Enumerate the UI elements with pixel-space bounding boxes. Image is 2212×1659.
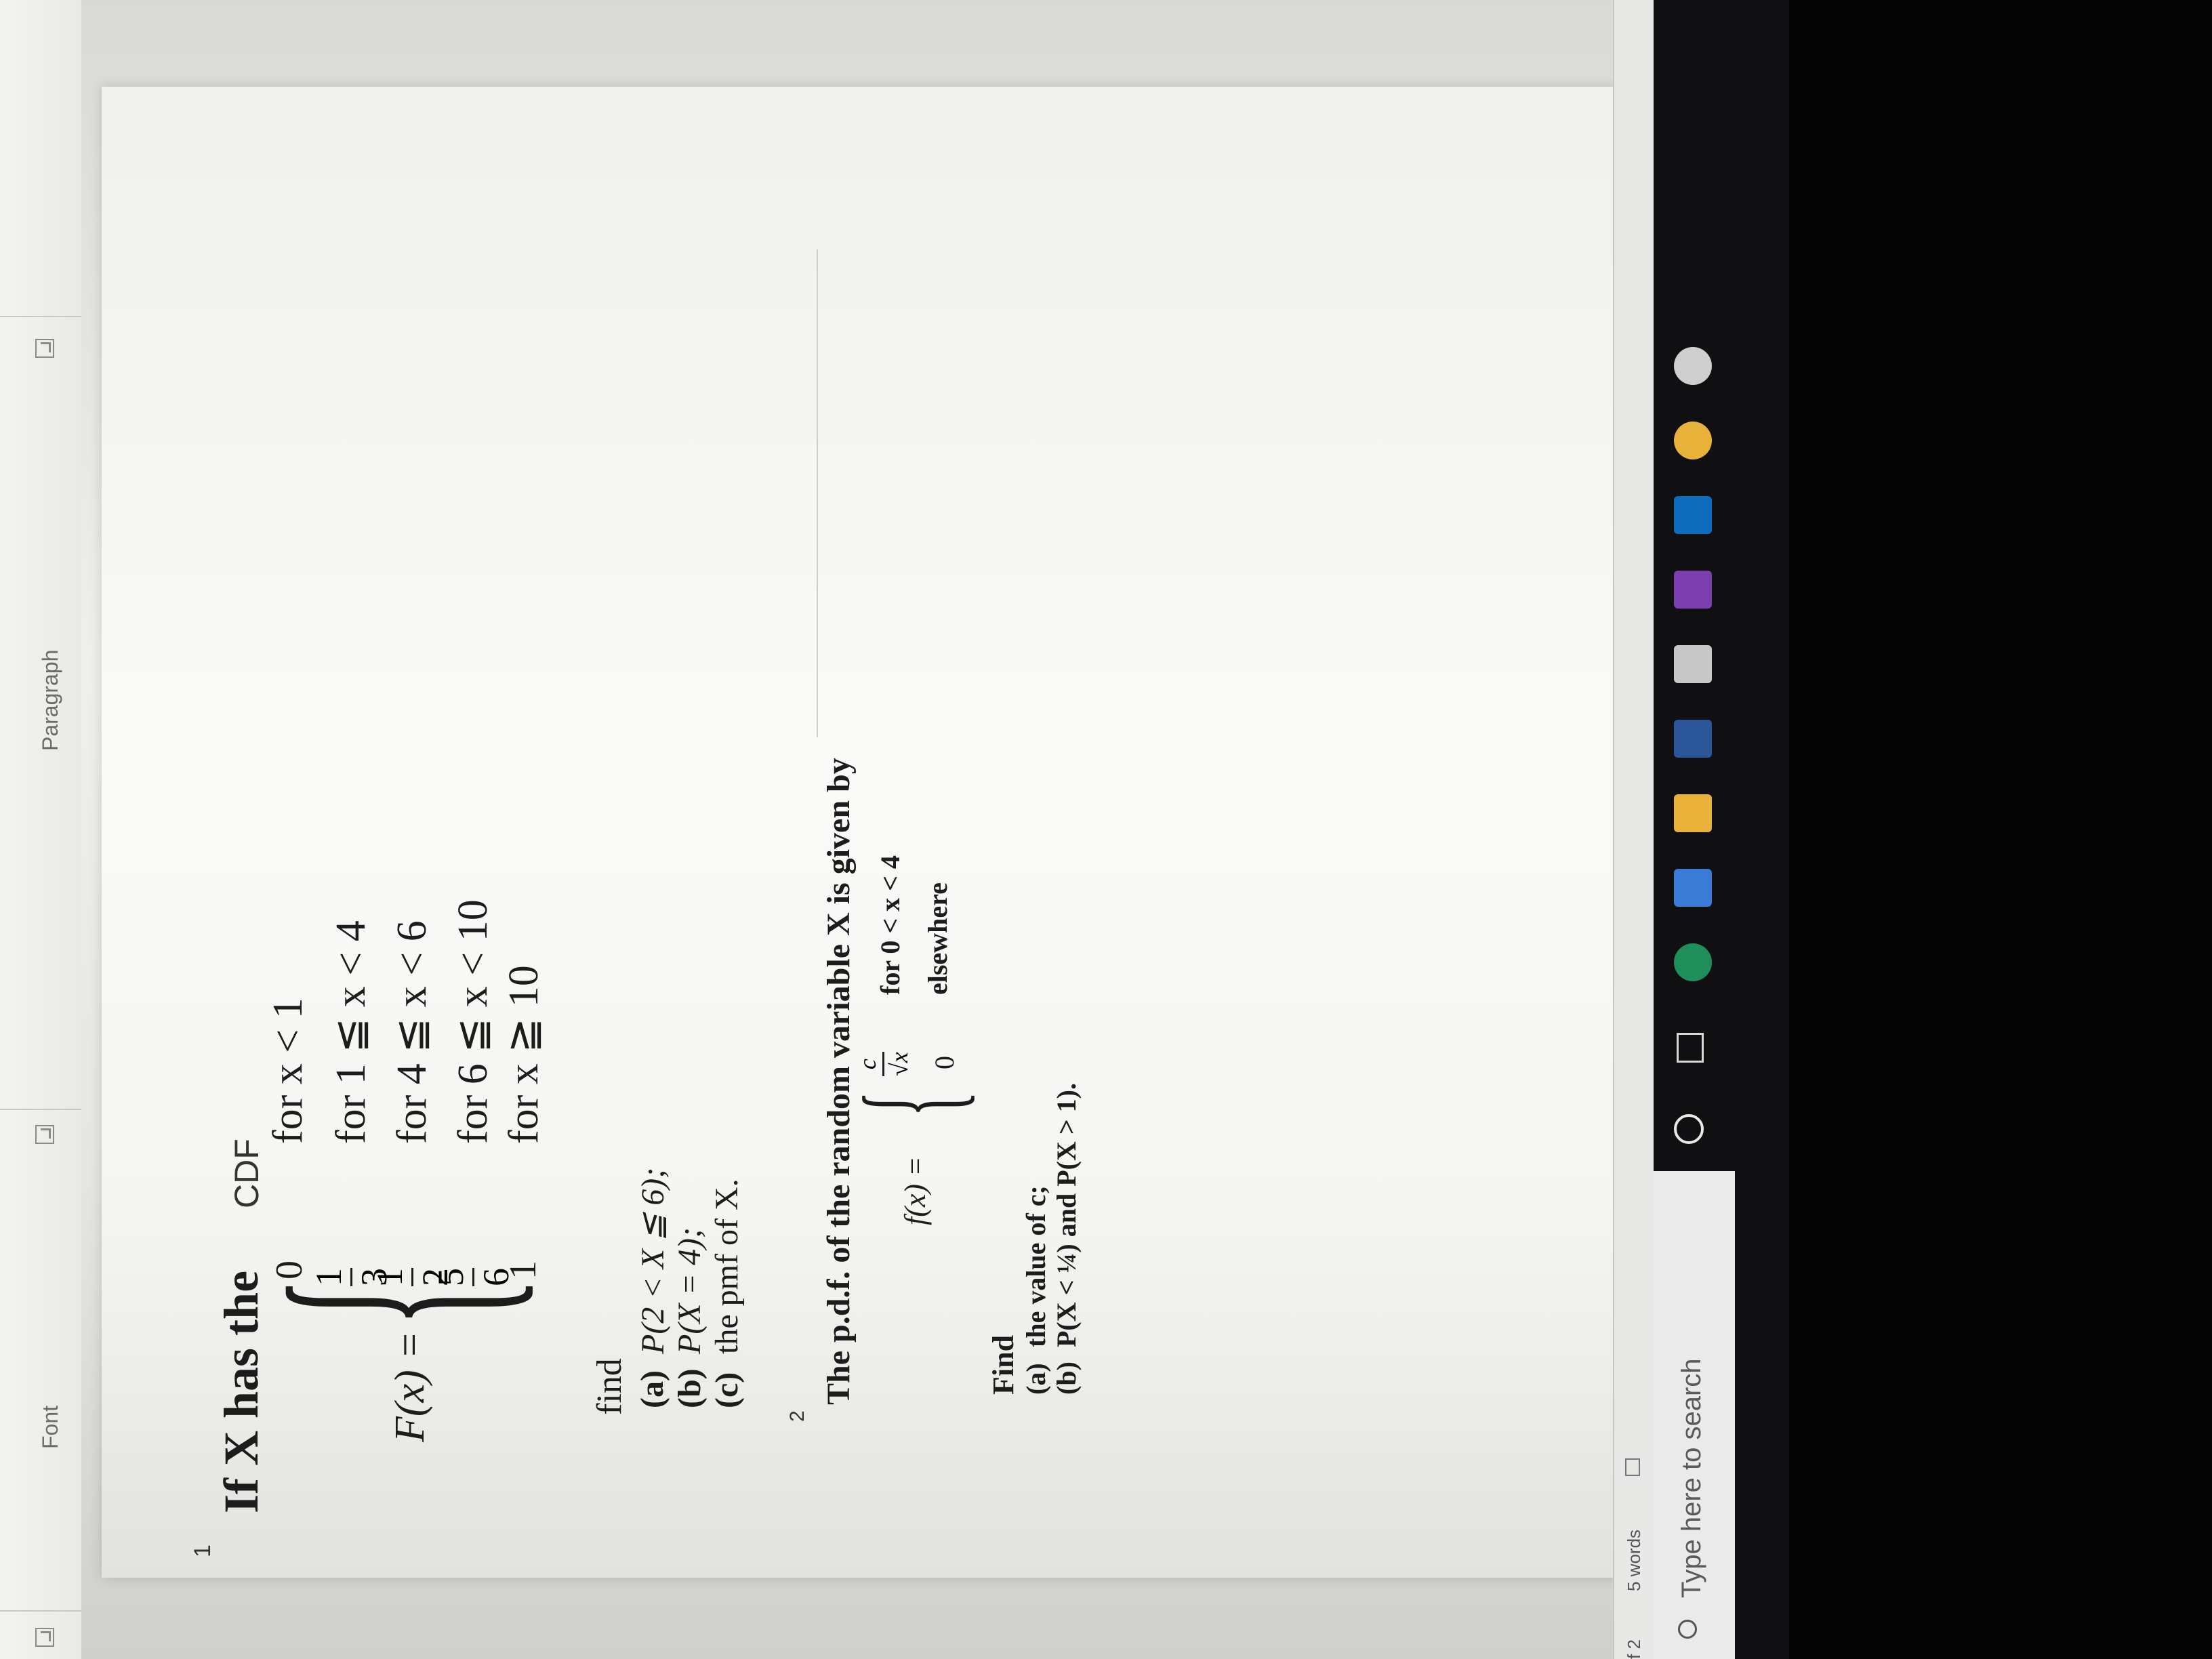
question-1-item-c-tag: (c) [709,1372,745,1408]
cdf-case-5-value: 1 [502,1261,544,1279]
word-icon[interactable] [1674,720,1712,758]
outlook-icon[interactable] [1674,496,1712,534]
word-count[interactable]: 5 words [1624,1530,1645,1591]
store-icon[interactable] [1674,869,1712,907]
document-canvas[interactable]: 1 If X has the CDF F(x) = { 0 for x < 1 … [81,0,1620,1659]
proofing-icon[interactable] [1625,1458,1640,1476]
pdf-lhs: f(x) = [899,1156,932,1225]
question-1-number: 1 [190,1544,216,1557]
cdf-case-2-condition: for 1 ≦ x < 4 [328,920,374,1144]
document-page[interactable]: 1 If X has the CDF F(x) = { 0 for x < 1 … [102,87,1620,1578]
question-1-cdf-label: CDF [228,1139,266,1208]
question-2-item-b-tag: (b) [1051,1361,1082,1395]
fraction-numerator: c [854,1059,881,1070]
fraction-bar [472,1268,474,1286]
question-2-item-a-tag: (a) [1021,1363,1051,1395]
fraction-denominator: √x [886,1052,913,1076]
fraction-numerator: 5 [430,1268,471,1286]
question-1-item-a-tag: (a) [634,1370,670,1408]
ribbon: Font Paragraph [0,0,83,1659]
cdf-case-4-condition: for 6 ≦ x < 10 [450,899,496,1144]
question-2-number: 2 [786,1410,808,1422]
ribbon-separator [0,316,81,317]
question-1-item-c: the pmf of X. [709,1179,745,1354]
fraction-bar [350,1268,352,1286]
edge-icon[interactable] [1674,943,1712,981]
cdf-lhs: F(x) = [387,1330,433,1442]
calculator-icon[interactable] [1674,645,1712,683]
chrome-icon[interactable] [1674,422,1712,459]
cdf-case-3-condition: for 4 ≦ x < 6 [389,920,435,1144]
monitor-bezel [1789,0,2212,1659]
cdf-case-1-condition: for x < 1 [265,998,311,1144]
fraction-bar [411,1268,413,1286]
taskbar: Type here to search [1654,0,1789,1659]
font-group-label: Font [38,1405,62,1449]
dialog-launcher-icon[interactable] [35,1628,54,1647]
cdf-case-5-condition: for x ≧ 10 [501,965,547,1144]
paragraph-group-label: Paragraph [38,649,62,751]
font-dialog-launcher-icon[interactable] [35,1125,54,1144]
paragraph-dialog-launcher-icon[interactable] [35,339,54,358]
fraction-numerator: 1 [308,1268,349,1286]
word-window: Font Paragraph 1 If X has the CDF F(x) =… [0,0,2212,1659]
pdf-case-1-condition: for 0 < x < 4 [875,855,905,995]
question-1-item-b-tag: (b) [672,1368,708,1408]
app-icon[interactable] [1674,347,1712,385]
question-1-find-label: find [590,1358,629,1415]
pdf-left-brace: { [836,1090,986,1117]
ribbon-separator [0,1610,81,1612]
taskbar-search-box[interactable]: Type here to search [1654,1171,1735,1659]
pdf-case-2-condition: elsewhere [922,882,953,995]
cdf-case-1-value: 0 [268,1261,310,1279]
question-2-intro: The p.d.f. of the random variable X is g… [821,758,857,1405]
pdf-case-1-value: c √x [854,1052,913,1076]
status-bar: f 2 5 words [1613,0,1655,1659]
ribbon-separator [0,1109,81,1110]
search-icon [1678,1620,1697,1639]
cortana-icon[interactable] [1674,1114,1704,1144]
text-boundary-line [817,249,818,737]
pdf-case-2-value: 0 [929,1056,960,1069]
fraction-numerator: 1 [369,1268,410,1286]
file-explorer-icon[interactable] [1674,794,1712,832]
task-view-icon[interactable] [1677,1033,1704,1063]
onenote-icon[interactable] [1674,571,1712,609]
question-1-item-a: P(2 < X ≦ 6); [635,1167,671,1354]
question-2-item-b: P(X < ¼) and P(X > 1). [1051,1083,1082,1347]
search-placeholder: Type here to search [1677,1358,1706,1598]
question-2-find-label: Find [987,1334,1020,1395]
question-1-item-b: P(X = 4); [672,1227,708,1354]
page-count[interactable]: f 2 [1624,1639,1645,1659]
fraction-bar [882,1052,884,1076]
question-2-item-a: the value of c; [1021,1185,1051,1347]
